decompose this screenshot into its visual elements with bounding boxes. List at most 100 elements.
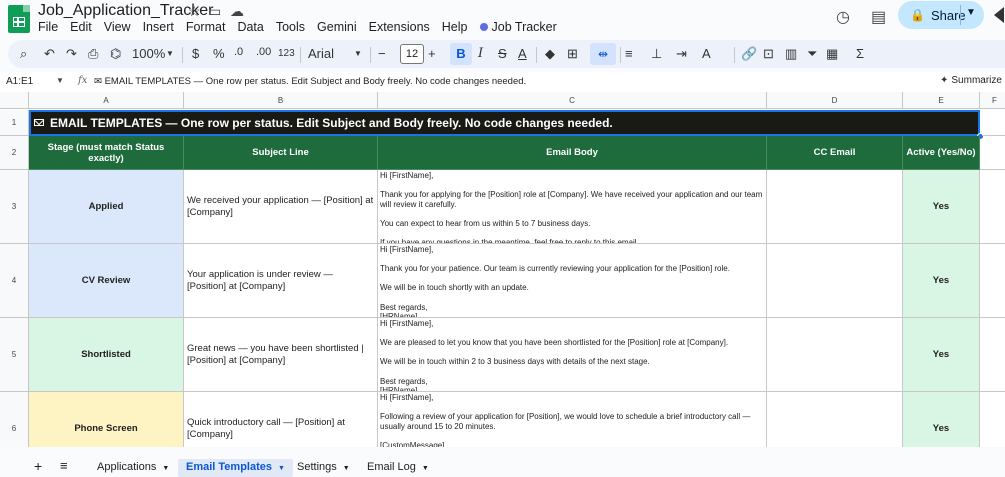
cell-f2[interactable] [980,136,1005,170]
email-body-cell[interactable]: Hi [FirstName], Following a review of yo… [378,392,767,447]
comments-icon[interactable]: ▤ [871,7,886,27]
active-cell[interactable]: Yes [903,392,980,447]
row-header-1[interactable]: 1 [0,110,29,136]
borders-icon[interactable]: ⊞ [567,46,578,62]
stage-cell[interactable]: Phone Screen [29,392,184,447]
zoom-caret-icon[interactable]: ▼ [166,49,174,58]
menu-extensions[interactable]: Extensions [369,20,430,34]
formula-input[interactable]: ✉ EMAIL TEMPLATES — One row per status. … [94,76,526,87]
text-color-icon[interactable]: A [518,46,527,61]
column-header-c[interactable]: C [378,92,767,109]
header-email-body[interactable]: Email Body [378,136,767,170]
redo-icon[interactable]: ↷ [66,46,77,62]
share-dropdown-icon[interactable]: ▼ [966,7,976,18]
header-stage[interactable]: Stage (must match Status exactly) [29,136,184,170]
menu-help[interactable]: Help [442,20,468,34]
column-header-f[interactable]: F [980,92,1005,109]
email-body-cell[interactable]: Hi [FirstName], We are pleased to let yo… [378,318,767,392]
bold-button[interactable]: B [450,43,472,65]
font-select[interactable]: Arial [308,46,334,61]
header-active[interactable]: Active (Yes/No) [903,136,980,170]
column-header-a[interactable]: A [29,92,184,109]
tab-email-log[interactable]: Email Log ▼ [367,461,429,473]
search-icon[interactable]: ⌕ [20,46,27,62]
cloud-status-icon[interactable]: ☁ [230,3,244,20]
name-box[interactable]: A1:E1 [6,76,33,87]
cell-f3[interactable] [980,170,1005,244]
history-icon[interactable]: ◷ [836,7,850,27]
menu-insert[interactable]: Insert [143,20,174,34]
sheet-list-icon[interactable]: ≡ [60,458,68,473]
cell-f4[interactable] [980,244,1005,318]
row-header-2[interactable]: 2 [0,136,29,170]
paint-format-icon[interactable]: ⌬ [110,46,121,62]
font-size-input[interactable]: 12 [400,44,424,64]
menu-job-tracker[interactable]: Job Tracker [479,20,557,34]
active-cell[interactable]: Yes [903,170,980,244]
row-header-3[interactable]: 3 [0,170,29,244]
filter-icon[interactable]: ⏷ [807,46,817,62]
increase-font-size-button[interactable]: + [428,46,436,61]
cell-f5[interactable] [980,318,1005,392]
row-header-6[interactable]: 6 [0,392,29,447]
decrease-font-size-button[interactable]: − [378,46,386,61]
side-panel-toggle-icon[interactable] [994,7,1004,23]
cc-email-cell[interactable] [767,392,903,447]
percent-format-button[interactable]: % [213,46,225,61]
italic-button[interactable]: I [478,46,483,61]
cc-email-cell[interactable] [767,318,903,392]
text-rotation-icon[interactable]: A [702,46,711,61]
subject-cell[interactable]: We received your application — [Position… [184,170,378,244]
menu-data[interactable]: Data [237,20,263,34]
cc-email-cell[interactable] [767,244,903,318]
font-caret-icon[interactable]: ▼ [354,49,362,58]
zoom-select[interactable]: 100% [132,46,165,61]
add-sheet-icon[interactable]: + [34,458,42,474]
select-all-corner[interactable] [0,92,29,109]
horizontal-align-icon[interactable]: ≡ [625,46,633,61]
menu-edit[interactable]: Edit [70,20,92,34]
move-to-folder-icon[interactable]: ▭ [208,3,221,20]
print-icon[interactable]: ⎙ [88,46,98,62]
column-header-d[interactable]: D [767,92,903,109]
strikethrough-icon[interactable]: S [498,46,507,61]
menu-view[interactable]: View [104,20,131,34]
filter-views-icon[interactable]: ▦ [826,46,838,62]
sheets-logo-icon[interactable] [8,5,30,33]
menu-format[interactable]: Format [186,20,226,34]
menu-gemini[interactable]: Gemini [317,20,357,34]
merge-cells-icon[interactable]: ⇹ [590,43,616,65]
stage-cell[interactable]: Applied [29,170,184,244]
tab-menu-caret-icon[interactable]: ▼ [343,465,350,472]
email-body-cell[interactable]: Hi [FirstName], Thank you for your patie… [378,244,767,318]
share-button[interactable]: 🔒 Share ▼ [898,1,984,29]
summarize-button[interactable]: ✦ Summarize [940,75,1002,86]
currency-format-button[interactable]: $ [192,46,199,61]
increase-decimal-button[interactable]: .00 [256,46,271,58]
tab-email-templates[interactable]: Email Templates ▼ [178,459,293,477]
header-cc-email[interactable]: CC Email [767,136,903,170]
insert-comment-icon[interactable]: ⊡ [763,46,774,62]
tab-settings[interactable]: Settings ▼ [297,461,350,473]
subject-cell[interactable]: Quick introductory call — [Position] at … [184,392,378,447]
row-header-5[interactable]: 5 [0,318,29,392]
tab-menu-caret-icon[interactable]: ▼ [162,465,169,472]
subject-cell[interactable]: Great news — you have been shortlisted |… [184,318,378,392]
name-box-caret-icon[interactable]: ▼ [56,76,64,85]
tab-applications[interactable]: Applications ▼ [97,461,169,473]
row-header-4[interactable]: 4 [0,244,29,318]
subject-cell[interactable]: Your application is under review — [Posi… [184,244,378,318]
cell-f1[interactable] [982,110,1005,136]
star-icon[interactable]: ☆ [188,3,201,20]
fill-color-icon[interactable]: ◆ [545,46,555,62]
cc-email-cell[interactable] [767,170,903,244]
column-header-b[interactable]: B [184,92,378,109]
banner-cell[interactable]: EMAIL TEMPLATES — One row per status. Ed… [29,110,980,136]
column-header-e[interactable]: E [903,92,980,109]
functions-button[interactable]: Σ [856,46,864,61]
vertical-align-icon[interactable]: ⊥ [651,46,662,62]
link-icon[interactable]: 🔗 [741,46,757,62]
undo-icon[interactable]: ↶ [44,46,55,62]
cell-f6[interactable] [980,392,1005,447]
active-cell[interactable]: Yes [903,244,980,318]
